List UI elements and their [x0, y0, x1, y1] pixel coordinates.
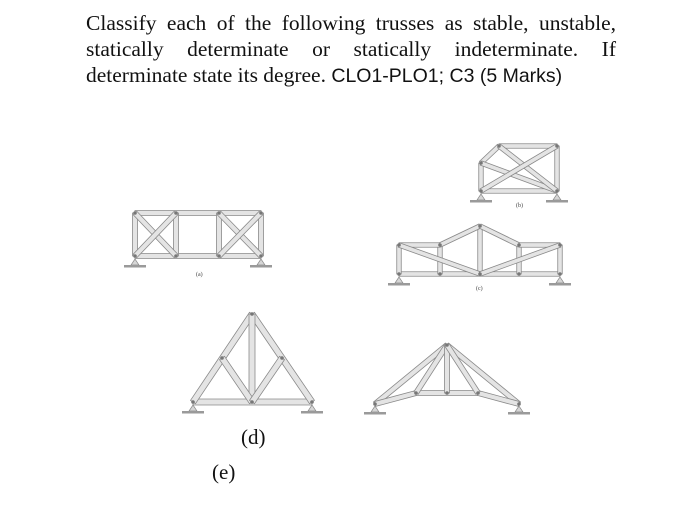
truss-e: [364, 342, 530, 415]
truss-member: [557, 244, 563, 275]
truss-joint: [373, 402, 377, 406]
truss-joint: [133, 211, 137, 215]
truss-member: [498, 143, 558, 149]
truss-member: [132, 212, 138, 257]
ground-icon: [388, 283, 410, 286]
truss-joint: [397, 272, 401, 276]
ground-icon: [124, 265, 146, 268]
truss-joint: [217, 254, 221, 258]
truss-joint: [397, 243, 401, 247]
truss-joint: [217, 211, 221, 215]
truss-joint: [517, 272, 521, 276]
ground-icon: [549, 283, 571, 286]
ground-icon: [470, 200, 492, 203]
truss-joint: [517, 243, 521, 247]
truss-joint: [478, 224, 482, 228]
truss-joint: [280, 356, 284, 360]
truss-joint: [414, 391, 418, 395]
ground-icon: [250, 265, 272, 268]
truss-joint: [517, 402, 521, 406]
truss-member: [258, 212, 264, 257]
truss-member: [216, 212, 222, 257]
figure-a-label: (a): [196, 271, 203, 278]
truss-b: [470, 143, 568, 203]
truss-joint: [497, 144, 501, 148]
pin-support-icon: [394, 276, 404, 284]
truss-figures: (a) (b) (c): [124, 143, 571, 415]
truss-member: [134, 253, 262, 259]
truss-member: [478, 162, 484, 192]
truss-joint: [558, 272, 562, 276]
truss-member: [396, 244, 402, 275]
ground-icon: [546, 200, 568, 203]
truss-joint: [250, 400, 254, 404]
truss-joint: [555, 144, 559, 148]
truss-joint: [259, 254, 263, 258]
truss-member: [134, 210, 262, 216]
pin-support-icon: [256, 258, 266, 266]
truss-a: [124, 210, 272, 268]
pin-support-icon: [130, 258, 140, 266]
truss-member: [477, 225, 483, 275]
truss-d: [182, 311, 323, 414]
truss-joint: [555, 189, 559, 193]
pin-support-icon: [555, 276, 565, 284]
ground-icon: [508, 412, 530, 415]
truss-member: [438, 223, 482, 248]
pin-support-icon: [552, 193, 562, 201]
truss-c: [388, 223, 571, 286]
figure-b-label: (b): [516, 202, 523, 209]
pin-support-icon: [476, 193, 486, 201]
truss-member: [173, 212, 179, 257]
figure-d-label: (d): [241, 425, 266, 449]
ground-icon: [364, 412, 386, 415]
pin-support-icon: [514, 405, 524, 413]
truss-joint: [445, 391, 449, 395]
figure-e-label: (e): [212, 460, 236, 484]
truss-joint: [259, 211, 263, 215]
truss-joint: [476, 391, 480, 395]
truss-joint: [191, 400, 195, 404]
truss-joint: [220, 356, 224, 360]
truss-joint: [479, 189, 483, 193]
truss-joint: [479, 161, 483, 165]
truss-joint: [250, 312, 254, 316]
truss-joint: [174, 254, 178, 258]
truss-joint: [438, 243, 442, 247]
ground-icon: [182, 411, 204, 414]
truss-joint: [478, 272, 482, 276]
figure-c-label: (c): [476, 285, 483, 292]
truss-joint: [133, 254, 137, 258]
truss-joint: [445, 343, 449, 347]
pin-support-icon: [307, 404, 317, 412]
truss-member: [478, 223, 521, 248]
truss-joint: [438, 272, 442, 276]
truss-member: [554, 145, 560, 192]
pin-support-icon: [188, 404, 198, 412]
truss-joint: [310, 400, 314, 404]
ground-icon: [301, 411, 323, 414]
truss-joint: [558, 243, 562, 247]
pin-support-icon: [370, 405, 380, 413]
truss-joint: [174, 211, 178, 215]
truss-member: [248, 313, 256, 403]
